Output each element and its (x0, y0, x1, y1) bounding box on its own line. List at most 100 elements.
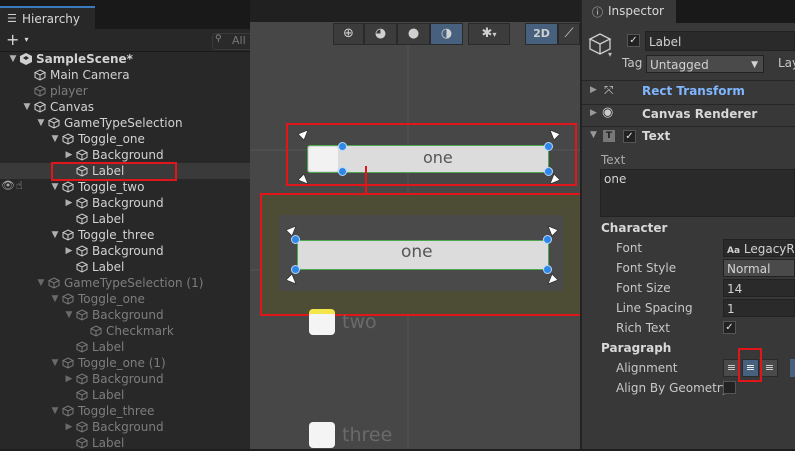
hierarchy-row[interactable]: Checkmark (0, 323, 250, 339)
component-canvas-renderer[interactable]: ▶ ◉ Canvas Renderer (582, 104, 795, 125)
list-icon: ☰ (7, 12, 17, 25)
hierarchy-row[interactable]: player (0, 83, 250, 99)
text-area[interactable]: one (600, 169, 795, 217)
expand-arrow-down-icon[interactable]: ▼ (50, 403, 60, 419)
font-size-field[interactable]: 14 (723, 279, 795, 297)
shaded-wire-mode-button[interactable]: ◕ (364, 23, 397, 45)
expand-arrow-down-icon[interactable]: ▼ (50, 131, 60, 147)
mode-2d-button[interactable]: 2D (525, 23, 558, 45)
unlit-mode-button[interactable]: ◑ (430, 23, 463, 45)
tag-label: Tag (622, 56, 643, 70)
expand-arrow-down-icon[interactable]: ▼ (50, 355, 60, 371)
hierarchy-row-label: Toggle_three (78, 404, 155, 418)
expand-arrow-icon[interactable]: ▶ (64, 419, 74, 435)
text-component-label: Text (642, 129, 671, 143)
hierarchy-row[interactable]: ▶ Background (0, 371, 250, 387)
gameobject-cube-icon (34, 85, 46, 97)
hierarchy-row[interactable]: ▶ Background (0, 243, 250, 259)
expand-arrow-icon: ▶ (590, 108, 597, 118)
align-by-geometry-checkbox[interactable] (723, 381, 736, 394)
search-input[interactable]: ⚲ All (212, 33, 252, 50)
hierarchy-row[interactable]: ▼ Toggle_three (0, 403, 250, 419)
expand-arrow-icon[interactable]: ▶ (64, 243, 74, 259)
globe-icon: ⊕ (343, 26, 354, 41)
visibility-eye-icon[interactable]: 👁 (1, 179, 15, 192)
hierarchy-row[interactable]: ▶ Background (0, 419, 250, 435)
hierarchy-row[interactable]: ▶ Background (0, 195, 250, 211)
component-rect-transform[interactable]: ▶ ⤧ Rect Transform (582, 82, 795, 102)
font-field[interactable]: Aa LegacyRu (723, 239, 795, 257)
rect-transform-icon: ⤧ (604, 83, 614, 97)
unity-scene-icon (20, 53, 32, 65)
expand-arrow-down-icon[interactable]: ▼ (8, 51, 18, 67)
shaded-mode-button[interactable]: ● (397, 23, 430, 45)
align-left-icon: ≡ (726, 361, 737, 374)
expand-arrow-down-icon[interactable]: ▼ (64, 307, 74, 323)
hierarchy-row[interactable]: ▶ Background (0, 147, 250, 163)
paragraph-header: Paragraph (601, 341, 672, 355)
hierarchy-row[interactable]: ▼ Background (0, 307, 250, 323)
align-right-button[interactable]: ≡ (761, 359, 778, 377)
info-icon: ⓘ (592, 6, 603, 19)
active-checkbox[interactable]: ✓ (627, 34, 640, 47)
rich-text-checkbox[interactable]: ✓ (723, 321, 736, 334)
expand-arrow-icon[interactable]: ▶ (64, 371, 74, 387)
gameobject-cube-icon (62, 293, 74, 305)
pickable-hand-icon[interactable]: ☝ (16, 179, 23, 192)
hierarchy-row[interactable]: Main Camera (0, 67, 250, 83)
font-style-label: Font Style (616, 261, 677, 275)
scene-toolbar: ⊕ ◕ ● ◑ ✱▾ 2D ⟋ (330, 23, 580, 45)
hierarchy-row[interactable]: ▼ Toggle_one (1) (0, 355, 250, 371)
gameobject-cube-icon (90, 325, 102, 337)
toggle-two-checkbox[interactable] (309, 309, 335, 335)
expand-arrow-icon[interactable]: ▶ (64, 195, 74, 211)
hierarchy-row[interactable]: ▼ GameTypeSelection (0, 115, 250, 131)
hierarchy-row[interactable]: Label (0, 259, 250, 275)
hierarchy-row[interactable]: ▼ Toggle_two (0, 179, 250, 195)
wireframe-mode-button[interactable]: ⊕ (333, 23, 364, 45)
hierarchy-row-label: Toggle_one (1) (78, 356, 166, 370)
component-text[interactable]: ▼ T ✓ Text (582, 126, 795, 147)
hierarchy-row[interactable]: Label (0, 339, 250, 355)
tab-inspector[interactable]: ⓘ Inspector (582, 0, 676, 23)
expand-arrow-down-icon[interactable]: ▼ (36, 275, 46, 291)
icon-chevron-down-icon[interactable]: ▾ (608, 50, 612, 59)
debug-mode-button[interactable]: ✱▾ (468, 23, 510, 45)
font-style-dropdown[interactable]: Normal (723, 259, 795, 277)
expand-arrow-down-icon[interactable]: ▼ (50, 291, 60, 307)
expand-arrow-down-icon[interactable]: ▼ (36, 115, 46, 131)
hierarchy-row[interactable]: Label (0, 211, 250, 227)
hierarchy-row[interactable]: ▼ Toggle_three (0, 227, 250, 243)
toggle-three-text: three (342, 424, 393, 446)
add-button[interactable]: + ▾ (6, 30, 29, 49)
hierarchy-row[interactable]: ▼ GameTypeSelection (1) (0, 275, 250, 291)
hierarchy-row[interactable]: ▼ Toggle_one (0, 131, 250, 147)
expand-arrow-down-icon[interactable]: ▼ (22, 99, 32, 115)
line-spacing-label: Line Spacing (616, 301, 693, 315)
hierarchy-row[interactable]: ▼ SampleScene* (0, 51, 250, 67)
scene-top-strip (250, 0, 580, 22)
rich-text-label: Rich Text (616, 321, 670, 335)
tag-dropdown[interactable]: Untagged ▼ (646, 55, 764, 73)
gameobject-cube-icon (62, 181, 74, 193)
tab-hierarchy[interactable]: ☰ Hierarchy (0, 6, 95, 29)
gameobject-cube-icon (76, 149, 88, 161)
expand-arrow-icon[interactable]: ▶ (64, 147, 74, 163)
hierarchy-row-label: Checkmark (106, 324, 174, 338)
line-spacing-field[interactable]: 1 (723, 299, 795, 317)
toggle-three-checkbox[interactable] (309, 422, 335, 448)
hierarchy-row[interactable]: Label (0, 387, 250, 403)
scene-toolbar-left (250, 22, 330, 45)
expand-arrow-down-icon[interactable]: ▼ (50, 227, 60, 243)
chevron-down-icon: ▾ (24, 35, 29, 44)
text-enabled-checkbox[interactable]: ✓ (623, 130, 636, 143)
hierarchy-row[interactable]: ▼ Canvas (0, 99, 250, 115)
audio-button[interactable]: ⟋ (558, 23, 580, 45)
expand-arrow-down-icon[interactable]: ▼ (50, 179, 60, 195)
hierarchy-row-label: Label (92, 388, 125, 402)
zoomed-annotation-box (260, 193, 598, 316)
hierarchy-row[interactable]: ▼ Toggle_one (0, 291, 250, 307)
name-field[interactable]: Label (645, 31, 795, 51)
vertical-align-button[interactable] (790, 359, 795, 377)
hierarchy-row-label: Background (92, 420, 164, 434)
